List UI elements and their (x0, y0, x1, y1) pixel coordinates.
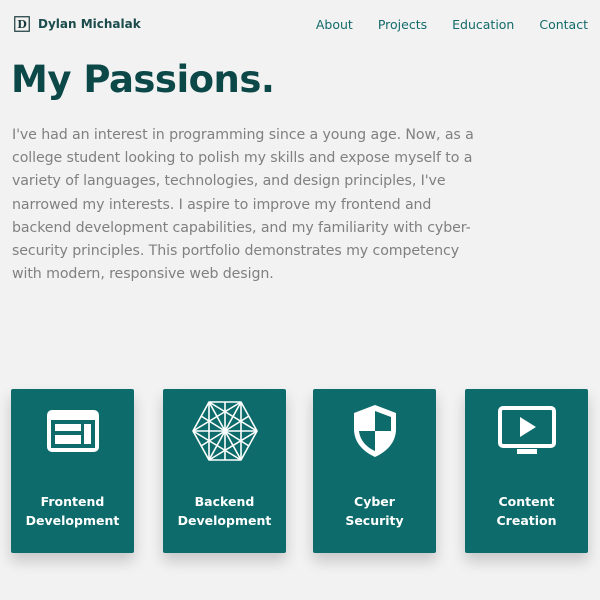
card-label: Content Creation (465, 492, 588, 530)
main-nav: About Projects Education Contact (316, 17, 588, 32)
monogram-logo-icon: D (14, 16, 30, 32)
nav-link-education[interactable]: Education (452, 17, 514, 32)
card-label: Frontend Development (11, 492, 134, 530)
card-content-creation[interactable]: Content Creation (465, 389, 588, 553)
page-title: My Passions. (11, 58, 275, 101)
shield-icon (313, 403, 436, 459)
card-label-line1: Cyber (354, 494, 395, 509)
card-label-line1: Backend (194, 494, 255, 509)
card-label: Backend Development (163, 492, 286, 530)
browser-window-icon (11, 403, 134, 459)
top-navbar: D Dylan Michalak About Projects Educatio… (0, 0, 600, 48)
card-label-line2: Development (177, 513, 272, 528)
passion-cards: Frontend Development Backend Development… (11, 389, 588, 553)
card-label-line2: Development (25, 513, 120, 528)
nav-link-contact[interactable]: Contact (539, 17, 588, 32)
page: D Dylan Michalak About Projects Educatio… (0, 0, 600, 600)
card-label: Cyber Security (313, 492, 436, 530)
card-label-line1: Frontend (40, 494, 105, 509)
card-label-line2: Security (345, 513, 404, 528)
card-frontend-development[interactable]: Frontend Development (11, 389, 134, 553)
logo-letter: D (17, 18, 27, 31)
card-label-line2: Creation (496, 513, 557, 528)
brand-home-link[interactable]: D Dylan Michalak (14, 16, 141, 32)
network-hexagon-icon (163, 401, 286, 461)
nav-link-about[interactable]: About (316, 17, 353, 32)
intro-paragraph: I've had an interest in programming sinc… (12, 127, 474, 283)
card-label-line1: Content (498, 494, 555, 509)
card-backend-development[interactable]: Backend Development (163, 389, 286, 553)
nav-link-projects[interactable]: Projects (378, 17, 427, 32)
card-cyber-security[interactable]: Cyber Security (313, 389, 436, 553)
video-play-icon (465, 403, 588, 459)
brand-name: Dylan Michalak (38, 17, 141, 31)
